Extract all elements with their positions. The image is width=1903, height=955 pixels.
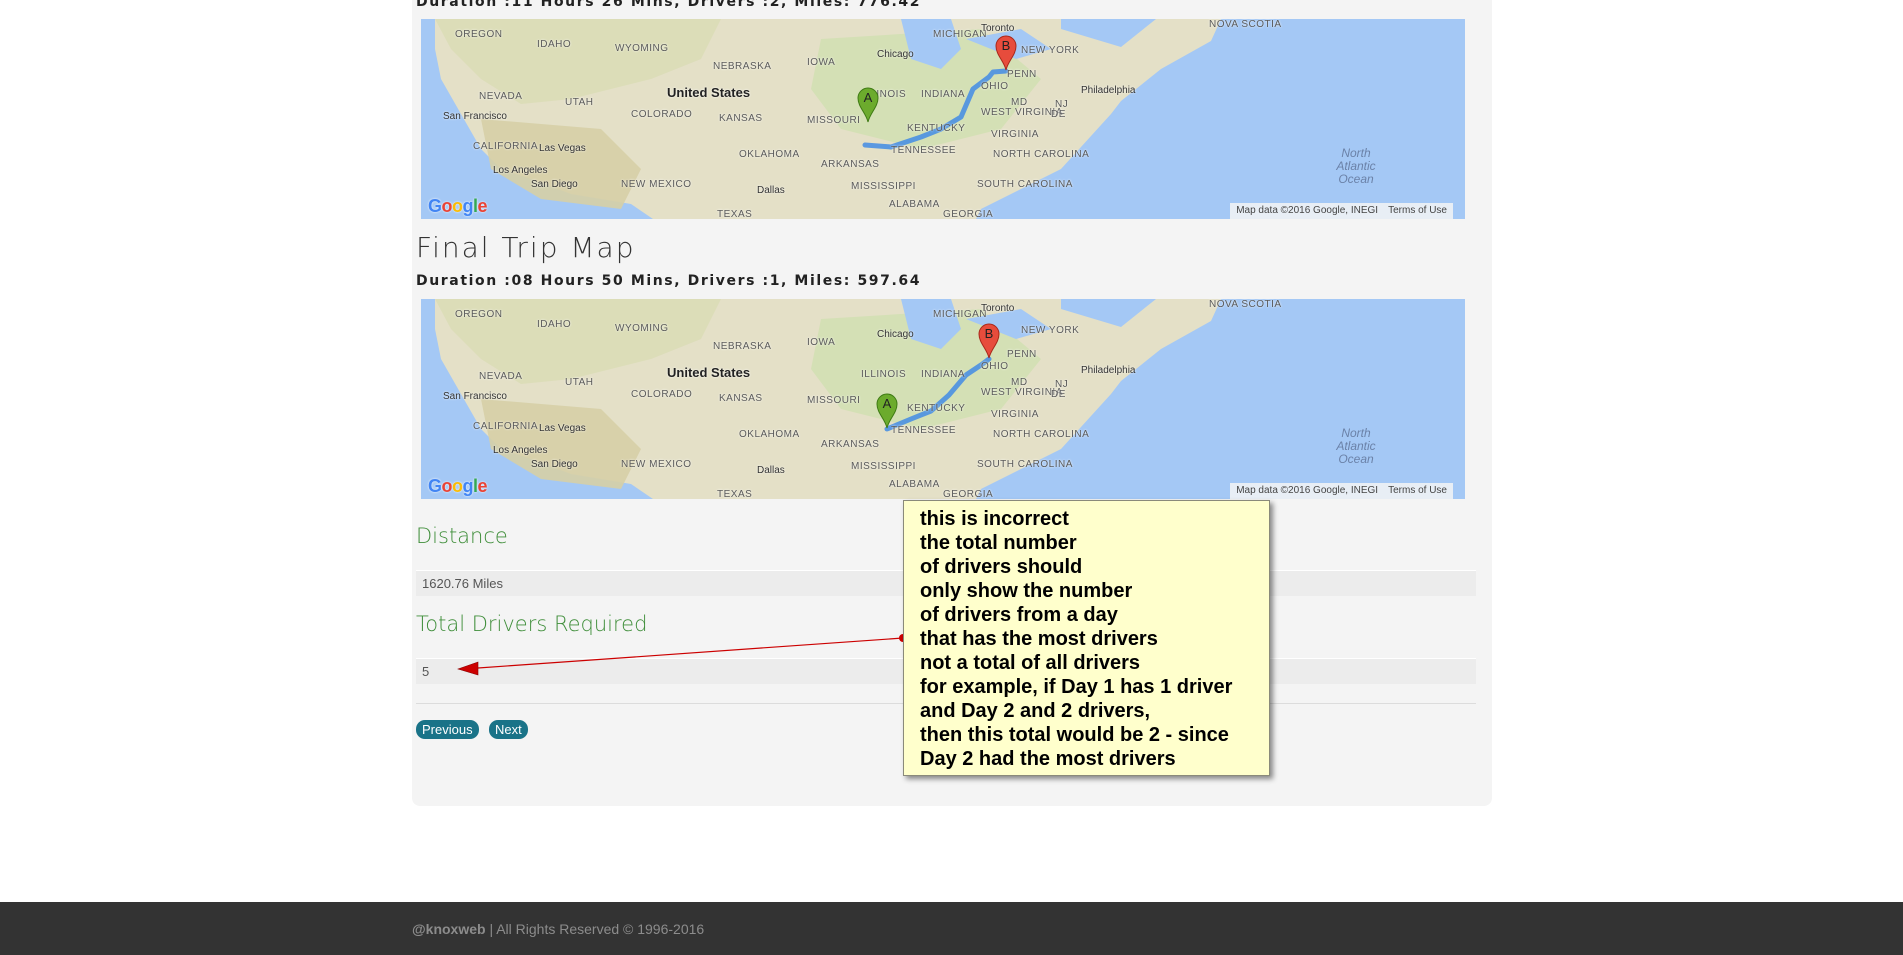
note-line: then this total would be 2 - since [920,724,1229,746]
note-line: this is incorrect [920,508,1069,530]
note-line: that has the most drivers [920,628,1158,650]
note-line: of drivers should [920,556,1083,578]
note-line: for example, if Day 1 has 1 driver [920,676,1233,698]
arrow-line [477,637,904,669]
footer: @knoxweb | All Rights Reserved © 1996-20… [0,902,1903,955]
footer-rights-text: | All Rights Reserved © 1996-2016 [485,921,705,937]
arrow-head [457,661,479,676]
footer-brand-link[interactable]: @knoxweb [412,921,486,937]
note-line: the total number [920,532,1077,554]
note-line: Day 2 had the most drivers [920,748,1176,770]
note-line: not a total of all drivers [920,652,1141,674]
note-line: only show the number [920,580,1133,602]
footer-copyright: @knoxweb | All Rights Reserved © 1996-20… [412,921,704,937]
annotation-note: this is incorrect the total number of dr… [903,500,1270,776]
annotation-arrow [457,634,907,676]
note-line: of drivers from a day [920,604,1118,626]
note-line: and Day 2 and 2 drivers, [920,700,1151,722]
